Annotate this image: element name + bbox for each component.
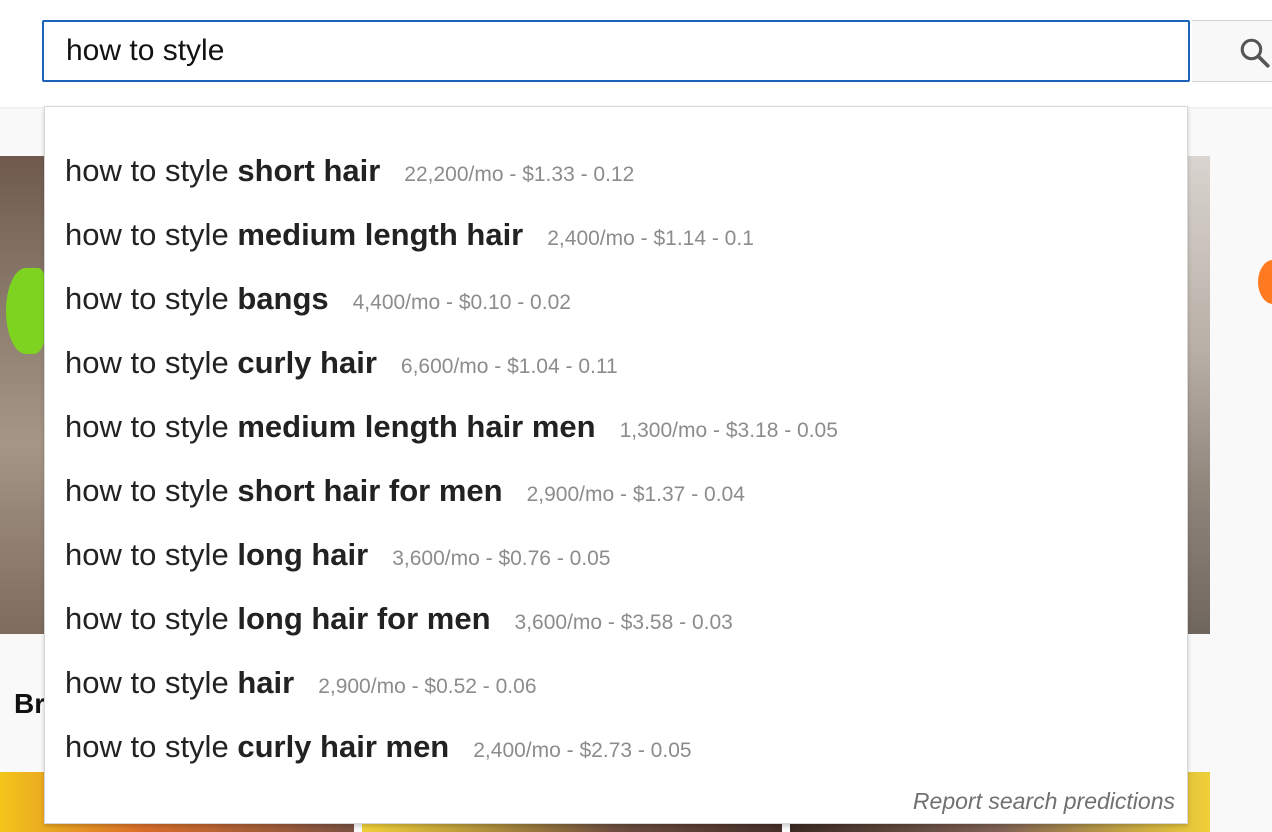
suggestion-prefix: how to style (65, 281, 229, 316)
suggestion-prefix: how to style (65, 473, 229, 508)
keyword-stats: 2,400/mo - $1.14 - 0.1 (547, 227, 754, 250)
keyword-stats: 3,600/mo - $0.76 - 0.05 (392, 547, 611, 570)
suggestion-item[interactable]: how to style medium length hair 2,400/mo … (45, 203, 1187, 267)
thumbnail-graphic (6, 268, 46, 354)
suggestion-completion: short hair for men (237, 473, 503, 508)
keyword-stats: 6,600/mo - $1.04 - 0.11 (400, 355, 618, 378)
suggestion-prefix: how to style (65, 409, 229, 444)
suggestion-completion: medium length hair (237, 217, 524, 252)
suggestion-completion: hair (237, 665, 295, 700)
suggestion-prefix: how to style (65, 665, 229, 700)
search-button[interactable] (1192, 20, 1272, 82)
suggestion-item[interactable]: how to style long hair 3,600/mo - $0.76 -… (45, 523, 1187, 587)
suggestion-item[interactable]: how to style hair 2,900/mo - $0.52 - 0.06 (45, 651, 1187, 715)
suggestion-list: how to style short hair 22,200/mo - $1.33… (45, 139, 1187, 779)
suggestion-completion: bangs (237, 281, 329, 316)
video-thumbnail-left[interactable] (0, 156, 46, 634)
suggestion-completion: short hair (237, 153, 381, 188)
suggestion-prefix: how to style (65, 601, 229, 636)
suggestion-prefix: how to style (65, 537, 229, 572)
suggestion-item[interactable]: how to style short hair 22,200/mo - $1.33… (45, 139, 1187, 203)
suggestion-item[interactable]: how to style curly hair men 2,400/mo - $2… (45, 715, 1187, 779)
section-title: Br (14, 688, 46, 719)
suggestion-prefix: how to style (65, 217, 229, 252)
keyword-stats: 22,200/mo - $1.33 - 0.12 (404, 163, 635, 186)
keyword-stats: 2,900/mo - $0.52 - 0.06 (318, 675, 537, 698)
suggestion-prefix: how to style (65, 153, 229, 188)
suggestion-completion: curly hair men (237, 729, 450, 764)
search-input[interactable] (42, 20, 1190, 82)
suggestion-prefix: how to style (65, 729, 229, 764)
keyword-stats: 2,400/mo - $2.73 - 0.05 (473, 739, 692, 762)
keyword-stats: 3,600/mo - $3.58 - 0.03 (514, 611, 733, 634)
suggestion-item[interactable]: how to style long hair for men 3,600/mo -… (45, 587, 1187, 651)
suggestion-completion: long hair for men (237, 601, 491, 636)
suggestion-completion: curly hair (237, 345, 377, 380)
suggestion-item[interactable]: how to style curly hair 6,600/mo - $1.04 … (45, 331, 1187, 395)
keyword-stats: 2,900/mo - $1.37 - 0.04 (526, 483, 745, 506)
video-thumbnail-right[interactable] (1186, 156, 1210, 634)
page: Br how to style short hair 22,200/mo - $1… (0, 0, 1272, 832)
suggestion-prefix: how to style (65, 345, 229, 380)
search-icon (1240, 38, 1270, 68)
keyword-stats: 1,300/mo - $3.18 - 0.05 (619, 419, 838, 442)
report-search-predictions-link[interactable]: Report search predictions (913, 788, 1175, 815)
suggestion-item[interactable]: how to style medium length hair men 1,300… (45, 395, 1187, 459)
suggestion-completion: long hair (237, 537, 369, 572)
thumbnail-graphic-orange (1258, 260, 1272, 304)
suggestion-item[interactable]: how to style bangs 4,400/mo - $0.10 - 0.0… (45, 267, 1187, 331)
suggestion-completion: medium length hair men (237, 409, 596, 444)
keyword-stats: 4,400/mo - $0.10 - 0.02 (352, 291, 571, 314)
search-suggestions-dropdown: how to style short hair 22,200/mo - $1.33… (44, 106, 1188, 824)
suggestion-item[interactable]: how to style short hair for men 2,900/mo … (45, 459, 1187, 523)
masthead (0, 0, 1272, 107)
